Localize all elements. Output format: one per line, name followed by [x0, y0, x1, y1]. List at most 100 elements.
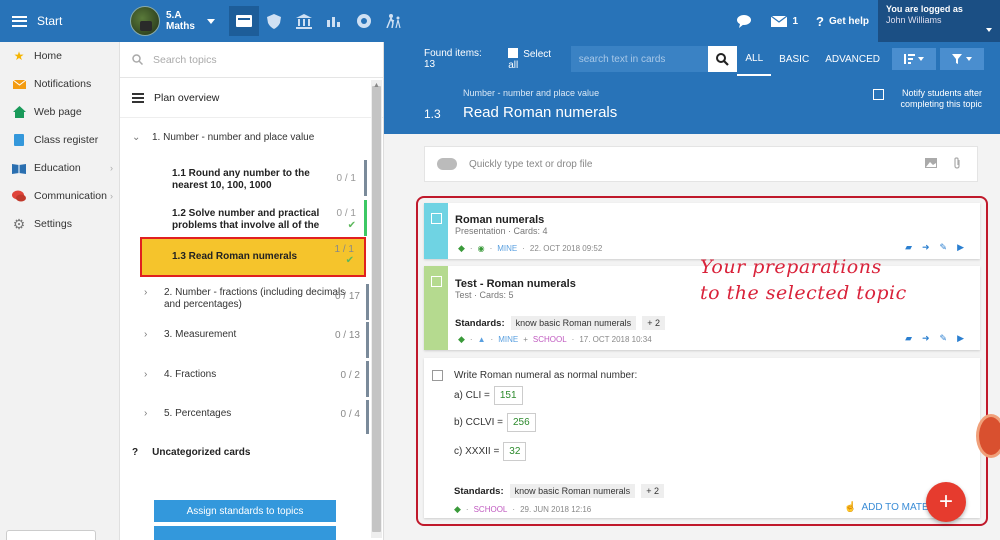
house-icon	[12, 105, 26, 119]
topic-label: 4. Fractions	[164, 369, 217, 380]
bank-icon[interactable]	[289, 6, 319, 36]
subtopic-bar	[364, 200, 367, 236]
notify-label: Notify students after completing this to…	[900, 88, 982, 109]
subtopic-1-1[interactable]: 1.1 Round any number to the nearest 10, …	[120, 168, 370, 192]
topic-bar	[366, 322, 369, 358]
tab-all[interactable]: ALL	[737, 42, 772, 76]
handwritten-annotation: Your preparations to the selected topic	[700, 254, 907, 306]
secondary-topics-button[interactable]	[154, 526, 336, 540]
nav-item-web-page[interactable]: Web page	[0, 98, 119, 126]
paperclip-icon[interactable]	[953, 156, 961, 172]
uncategorized-cards[interactable]: ? Uncategorized cards	[132, 447, 250, 458]
chevron-down-icon	[986, 28, 992, 32]
nav-item-settings[interactable]: ⚙ Settings	[0, 210, 119, 238]
module-icons	[228, 6, 409, 36]
chevron-right-icon: ›	[144, 369, 148, 380]
sun-icon[interactable]	[349, 6, 379, 36]
sort-button[interactable]	[892, 48, 937, 70]
open-book-icon	[12, 161, 26, 175]
nav-item-education[interactable]: Education ›	[0, 154, 119, 182]
help-button[interactable]: ? Get help	[807, 14, 878, 29]
nav-item-class-register[interactable]: Class register	[0, 126, 119, 154]
cloud-upload-icon	[437, 158, 457, 170]
filter-icon	[952, 54, 973, 64]
start-label: Start	[37, 14, 63, 28]
tab-basic[interactable]: BASIC	[771, 42, 817, 76]
topic-title: Read Roman numerals	[463, 104, 618, 121]
tab-advanced[interactable]: ADVANCED	[817, 42, 888, 76]
walking-icon[interactable]	[379, 6, 409, 36]
annotation-line-2: to the selected topic	[700, 282, 907, 304]
class-name: 5.A Maths	[166, 10, 195, 32]
topic-bar	[366, 361, 369, 397]
top-bar-right: 1 ? Get help You are logged as John Will…	[728, 0, 1000, 42]
scrollbar-thumb[interactable]	[372, 86, 381, 532]
filter-button[interactable]	[940, 48, 985, 70]
subtopic-count: 0 / 1	[336, 173, 356, 184]
notify-students[interactable]: Notify students after completing this to…	[873, 88, 982, 110]
list-icon	[132, 92, 144, 103]
nav-item-communication[interactable]: Communication ›	[0, 182, 119, 210]
topic-group-2[interactable]: › 2. Number - fractions (including decim…	[132, 287, 368, 311]
subtopic-label: 1.1 Round any number to the nearest 10, …	[172, 168, 310, 191]
add-card-button[interactable]: +	[926, 482, 966, 522]
scroll-up-icon[interactable]: ▲	[373, 82, 380, 89]
subtopic-1-3-selected[interactable]: 1.3 Read Roman numerals 1 / 1 ✔	[140, 237, 366, 277]
card-search-input[interactable]: search text in cards	[570, 46, 708, 72]
topic-group-4[interactable]: › 4. Fractions 0 / 2	[132, 369, 368, 381]
messages-button[interactable]: 1	[762, 15, 807, 27]
nav-item-notifications[interactable]: Notifications	[0, 70, 119, 98]
image-icon[interactable]	[925, 157, 937, 172]
nav-item-home[interactable]: ★ Home	[0, 42, 119, 70]
help-bubble[interactable]	[976, 414, 1000, 458]
chevron-right-icon: ›	[144, 329, 148, 340]
select-all[interactable]: Select all	[508, 47, 562, 71]
subtopic-count-text: 0 / 1	[336, 208, 356, 219]
help-label: Get help	[828, 15, 869, 27]
chat-button[interactable]	[728, 14, 762, 28]
shield-icon[interactable]	[259, 6, 289, 36]
topic-search[interactable]: Search topics	[120, 42, 383, 78]
header-tools	[888, 48, 985, 70]
nav-footer-tab[interactable]	[6, 530, 96, 540]
chevron-right-icon: ›	[110, 163, 113, 173]
topic-group-3[interactable]: › 3. Measurement 0 / 13	[132, 329, 368, 341]
topic-count: 0 / 2	[340, 370, 360, 381]
board-icon[interactable]	[228, 6, 259, 36]
select-all-checkbox[interactable]	[508, 47, 519, 58]
class-switcher[interactable]: 5.A Maths	[130, 6, 215, 36]
notify-checkbox[interactable]	[873, 89, 884, 100]
messages-count: 1	[792, 15, 799, 27]
topic-count: 0 / 17	[334, 291, 360, 302]
hamburger-icon	[12, 15, 27, 27]
topic-search-placeholder: Search topics	[153, 53, 217, 66]
chevron-right-icon: ›	[110, 191, 113, 201]
chevron-right-icon: ›	[144, 287, 148, 298]
topics-scrollbar[interactable]	[371, 80, 382, 538]
subtopic-label: 1.2 Solve number and practical problems …	[172, 208, 320, 231]
start-button[interactable]: Start	[0, 0, 120, 42]
topic-bar	[366, 400, 369, 434]
assign-standards-button[interactable]: Assign standards to topics	[154, 500, 336, 522]
sort-icon	[904, 54, 925, 64]
topic-group-5[interactable]: › 5. Percentages 0 / 4	[132, 408, 368, 420]
topic-label: 1. Number - number and place value	[152, 132, 315, 143]
top-bar: Start 5.A Maths 1 ? Get help You are log…	[0, 0, 1000, 42]
topic-group-1[interactable]: ⌄ 1. Number - number and place value	[120, 132, 370, 143]
topic-bar	[366, 284, 369, 320]
user-menu[interactable]: You are logged as John Williams	[878, 0, 1000, 42]
plan-overview[interactable]: Plan overview	[120, 78, 383, 118]
bar-chart-icon[interactable]	[319, 6, 349, 36]
topic-label: 2. Number - fractions (including decimal…	[164, 287, 346, 310]
search-icon[interactable]	[707, 46, 738, 72]
nav-label: Home	[34, 50, 63, 62]
class-avatar	[130, 6, 160, 36]
topic-label: 5. Percentages	[164, 408, 232, 419]
subtopic-1-2[interactable]: 1.2 Solve number and practical problems …	[120, 208, 370, 232]
annotation-line-1: Your preparations	[700, 256, 882, 278]
chat-icon	[737, 14, 752, 28]
quick-add-field[interactable]: Quickly type text or drop file	[424, 146, 978, 182]
filter-bar: Found items: 13 Select all search text i…	[384, 42, 1000, 76]
quick-add-tools	[925, 156, 961, 172]
subtopic-count: 1 / 1 ✔	[335, 244, 354, 266]
